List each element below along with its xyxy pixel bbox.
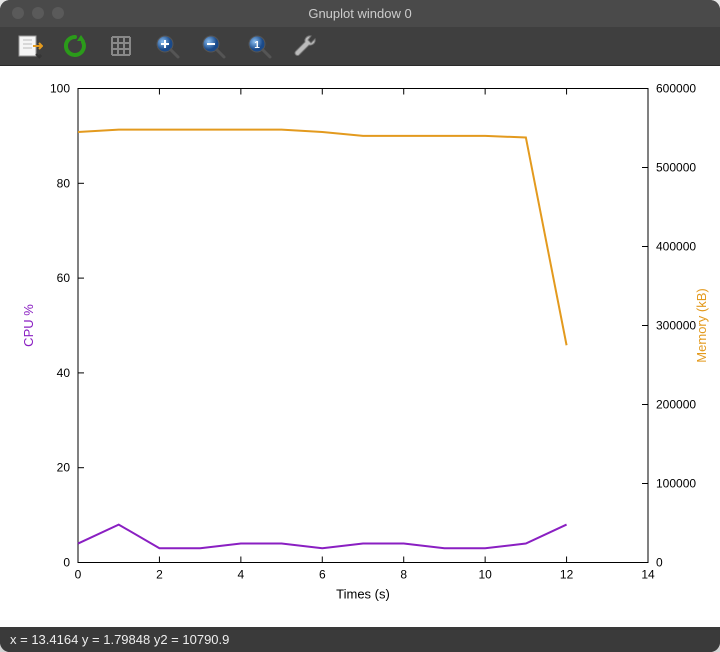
y2-tick-label: 600000 [656,82,696,96]
window-title: Gnuplot window 0 [0,6,720,21]
export-icon [15,32,43,60]
close-button[interactable] [12,7,24,19]
toolbar: 1 [0,27,720,67]
chart-area[interactable]: 0246810121402040608010001000002000003000… [0,66,720,627]
y1-tick-label: 60 [57,271,71,285]
y1-tick-label: 40 [57,366,71,380]
y2-tick-label: 500000 [656,161,696,175]
titlebar: Gnuplot window 0 [0,0,720,27]
options-button[interactable] [288,29,322,63]
wrench-icon [291,32,319,60]
y1-tick-label: 80 [57,177,71,191]
series-cpu- [78,525,567,549]
zoom-in-button[interactable] [150,29,184,63]
zoom-button[interactable] [52,7,64,19]
x-tick-label: 10 [478,568,492,582]
chart-canvas: 0246810121402040608010001000002000003000… [0,66,720,627]
x-tick-label: 12 [560,568,574,582]
y2-tick-label: 300000 [656,319,696,333]
x-tick-label: 0 [75,568,82,582]
y1-tick-label: 0 [63,556,70,570]
y2-tick-label: 200000 [656,398,696,412]
y1-tick-label: 100 [50,82,70,96]
y2-tick-label: 100000 [656,477,696,491]
x-tick-label: 6 [319,568,326,582]
traffic-lights [12,7,64,19]
x-tick-label: 8 [400,568,407,582]
app-window: Gnuplot window 0 [0,0,720,652]
statusbar: x = 13.4164 y = 1.79848 y2 = 10790.9 [0,627,720,652]
series-memory-kb- [78,130,567,346]
x-axis-label: Times (s) [336,587,390,602]
zoom-out-icon [199,32,227,60]
y1-tick-label: 20 [57,461,71,475]
zoom-reset-icon: 1 [245,32,273,60]
reload-icon [61,32,89,60]
x-tick-label: 4 [238,568,245,582]
grid-icon [107,32,135,60]
x-tick-label: 14 [641,568,655,582]
svg-text:1: 1 [254,40,260,51]
x-tick-label: 2 [156,568,163,582]
y2-axis-label: Memory (kB) [694,289,709,363]
zoom-in-icon [153,32,181,60]
y2-tick-label: 0 [656,556,663,570]
grid-button[interactable] [104,29,138,63]
zoom-out-button[interactable] [196,29,230,63]
export-button[interactable] [12,29,46,63]
y1-axis-label: CPU % [21,304,36,347]
y2-tick-label: 400000 [656,240,696,254]
reload-button[interactable] [58,29,92,63]
minimize-button[interactable] [32,7,44,19]
status-text: x = 13.4164 y = 1.79848 y2 = 10790.9 [10,632,229,647]
zoom-reset-button[interactable]: 1 [242,29,276,63]
